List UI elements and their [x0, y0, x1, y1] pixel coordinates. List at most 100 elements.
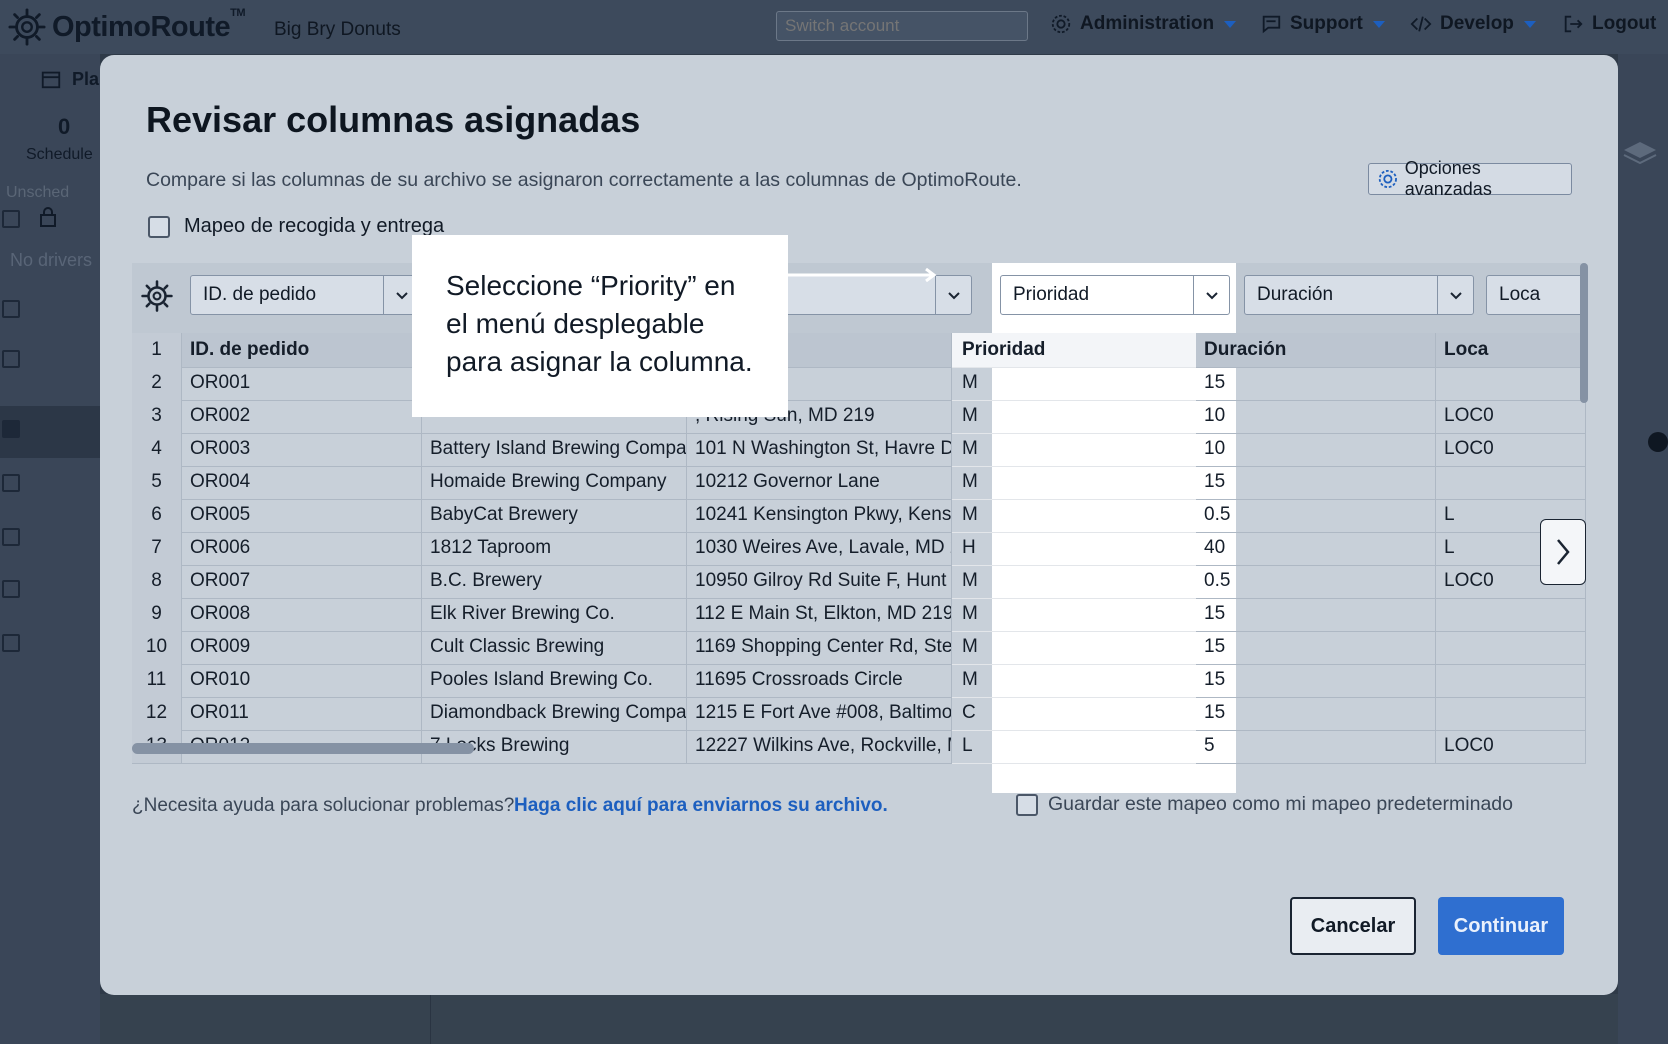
table-header-cell: ID. de pedido: [182, 333, 422, 368]
table-cell: OR003: [182, 432, 422, 467]
right-panel: [1618, 54, 1668, 1044]
table-cell: 15: [1196, 465, 1436, 500]
modal-subtitle: Compare si las columnas de su archivo se…: [146, 169, 1022, 191]
table-header-cell: Prioridad: [952, 333, 1196, 368]
company-name: Big Bry Donuts: [274, 19, 401, 40]
table-cell: M: [952, 597, 1196, 632]
unscheduled-label: Unsched: [6, 184, 70, 201]
table-cell: LOC0: [1436, 399, 1586, 434]
table-cell: Elk River Brewing Co.: [422, 597, 687, 632]
table-cell: LOC0: [1436, 432, 1586, 467]
help-text: ¿Necesita ayuda para solucionar problema…: [132, 795, 515, 816]
row-checkbox-checked[interactable]: [2, 420, 20, 438]
nav-support[interactable]: Support: [1260, 13, 1385, 35]
no-drivers-label: No drivers: [10, 250, 93, 270]
horizontal-scrollbar[interactable]: [132, 743, 474, 754]
row-checkbox[interactable]: [2, 634, 20, 652]
table-cell: OR005: [182, 498, 422, 533]
table-cell: 11695 Crossroads Circle: [687, 663, 952, 698]
nav-develop[interactable]: Develop: [1410, 13, 1536, 35]
advanced-options-label: Opciones avanzadas: [1404, 158, 1492, 199]
table-header-cell: Loca: [1436, 333, 1586, 368]
save-default-mapping-checkbox[interactable]: [1016, 793, 1038, 816]
table-cell: OR006: [182, 531, 422, 566]
table-cell: C: [952, 696, 1196, 731]
table-cell: [1436, 366, 1586, 401]
column-select-value: Duración: [1257, 284, 1334, 305]
column-select-location[interactable]: Loca: [1486, 275, 1586, 315]
table-cell: 1812 Taproom: [422, 531, 687, 566]
info-icon[interactable]: [1648, 432, 1668, 452]
table-cell: 0.5: [1196, 564, 1436, 599]
table-cell: M: [952, 399, 1196, 434]
table-cell: Homaide Brewing Company: [422, 465, 687, 500]
scheduled-label: Schedule: [26, 146, 93, 163]
table-cell: OR002: [182, 399, 422, 434]
nav-administration[interactable]: Administration: [1050, 13, 1237, 35]
logo[interactable]: OptimoRouteTM: [8, 7, 246, 46]
nav-logout[interactable]: Logout: [1562, 13, 1656, 35]
continue-button[interactable]: Continuar: [1438, 897, 1564, 955]
arrow-right-icon: [788, 268, 937, 282]
switch-account-input[interactable]: [776, 11, 1028, 41]
table-cell: 12227 Wilkins Ave, Rockville, MD: [687, 729, 952, 764]
left-panel: Pla 0 Schedule Unsched No drivers: [0, 54, 100, 1044]
column-select-priority[interactable]: Prioridad: [1000, 275, 1230, 315]
table-cell: 15: [1196, 630, 1436, 665]
table-cell: OR007: [182, 564, 422, 599]
nav-logout-label: Logout: [1592, 13, 1657, 34]
table-cell: 101 N Washington St, Havre De G: [687, 432, 952, 467]
select-all-checkbox[interactable]: [2, 210, 20, 228]
top-navbar: OptimoRouteTM Big Bry Donuts Administrat…: [0, 0, 1668, 54]
chevron-down-icon: [1437, 276, 1473, 314]
table-cell: 15: [1196, 597, 1436, 632]
plan-tab[interactable]: Pla: [40, 68, 99, 90]
table-cell: L: [952, 729, 1196, 764]
cancel-button[interactable]: Cancelar: [1290, 897, 1416, 955]
settings-icon[interactable]: [140, 279, 174, 313]
row-checkbox[interactable]: [2, 300, 20, 318]
table-header-cell: Duración: [1196, 333, 1436, 368]
column-mapping-grid: ID. de pedido Prioridad Duración Loca 1I…: [132, 263, 1586, 803]
caret-down-icon: [1224, 20, 1237, 28]
table-cell: 7: [132, 531, 182, 566]
nav-support-label: Support: [1290, 13, 1363, 34]
plan-tab-label: Pla: [72, 68, 100, 89]
pickup-mapping-option[interactable]: Mapeo de recogida y entrega: [148, 215, 444, 238]
column-select-order-id[interactable]: ID. de pedido: [190, 275, 420, 315]
layers-icon[interactable]: [1622, 138, 1658, 168]
save-default-mapping-label: Guardar este mapeo como mi mapeo predete…: [1048, 793, 1513, 815]
table-cell: 15: [1196, 366, 1436, 401]
caret-down-icon: [1523, 20, 1536, 28]
table-header-cell: 1: [132, 333, 182, 368]
row-checkbox[interactable]: [2, 580, 20, 598]
table-cell: 8: [132, 564, 182, 599]
table-cell: [1436, 696, 1586, 731]
table-cell: M: [952, 564, 1196, 599]
table-cell: 15: [1196, 696, 1436, 731]
table-cell: 1030 Weires Ave, Lavale, MD 215: [687, 531, 952, 566]
table-cell: H: [952, 531, 1196, 566]
save-default-mapping-option[interactable]: Guardar este mapeo como mi mapeo predete…: [1016, 793, 1513, 816]
table-cell: 5: [1196, 729, 1436, 764]
table-cell: B.C. Brewery: [422, 564, 687, 599]
table-cell: M: [952, 663, 1196, 698]
row-checkbox[interactable]: [2, 474, 20, 492]
vertical-scrollbar[interactable]: [1580, 263, 1588, 403]
table-cell: 1215 E Fort Ave #008, Baltimore,: [687, 696, 952, 731]
column-select-duration[interactable]: Duración: [1244, 275, 1474, 315]
lock-icon[interactable]: [38, 206, 58, 228]
pickup-mapping-label: Mapeo de recogida y entrega: [184, 215, 445, 237]
scroll-right-button[interactable]: [1540, 519, 1586, 585]
bottom-strip: [100, 994, 1618, 1044]
row-checkbox[interactable]: [2, 350, 20, 368]
row-checkbox[interactable]: [2, 528, 20, 546]
advanced-options-button[interactable]: Opciones avanzadas: [1368, 158, 1572, 199]
send-file-link[interactable]: Haga clic aquí para enviarnos su archivo…: [514, 795, 888, 817]
pickup-mapping-checkbox[interactable]: [148, 215, 170, 238]
table-cell: 9: [132, 597, 182, 632]
table-cell: M: [952, 432, 1196, 467]
table-cell: OR008: [182, 597, 422, 632]
table-cell: [1436, 663, 1586, 698]
table-cell: OR011: [182, 696, 422, 731]
